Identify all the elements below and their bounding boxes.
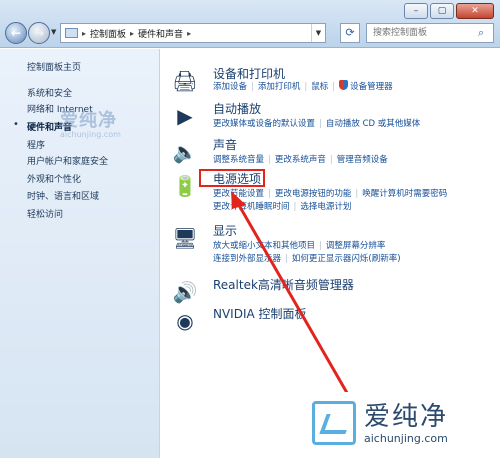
back-button[interactable]: ←: [5, 22, 27, 44]
link-power-plan[interactable]: 选择电源计划: [300, 202, 351, 212]
search-icon[interactable]: ⌕: [478, 26, 484, 40]
category-title[interactable]: NVIDIA 控制面板: [213, 305, 307, 322]
autoplay-icon[interactable]: ▶: [171, 102, 199, 130]
watermark-title: 爱纯净: [364, 401, 449, 432]
link-separator: |: [268, 189, 271, 199]
category-title[interactable]: Realtek高清晰音频管理器: [213, 276, 354, 293]
link-mouse[interactable]: 鼠标: [311, 82, 328, 92]
nvidia-icon[interactable]: ◉: [171, 307, 199, 335]
link-wake-password[interactable]: 唤醒计算机时需要密码: [362, 189, 447, 199]
watermark-large: 爱纯净 aichunjing.com: [304, 392, 496, 454]
watermark-text: 爱纯净 aichunjing.com: [364, 402, 448, 445]
link-separator: |: [293, 202, 297, 212]
watermark-small: 爱纯净 aichunjing.com: [60, 106, 121, 139]
link-separator: |: [332, 82, 336, 92]
sidebar-item-home[interactable]: 控制面板主页: [27, 60, 81, 73]
breadcrumb-hardware-sound[interactable]: 硬件和声音: [138, 27, 183, 40]
history-dropdown-icon[interactable]: ▼: [51, 28, 56, 36]
window-controls: – ▢ ✕: [404, 3, 494, 19]
category-title[interactable]: 显示: [213, 222, 237, 239]
watermark-url: aichunjing.com: [364, 431, 448, 445]
sidebar-item-clock-language[interactable]: 时钟、语言和区域: [27, 189, 99, 202]
category-links: 放大或缩小文本和其他项目 | 调整屏幕分辨率: [213, 239, 385, 251]
link-separator: |: [355, 189, 359, 199]
category-links: 连接到外部显示器 | 如何更正显示器闪烁(刷新率): [213, 252, 401, 264]
folder-icon: [65, 28, 78, 38]
search-input[interactable]: [366, 23, 494, 43]
refresh-button[interactable]: ⟳: [340, 23, 360, 43]
chevron-right-icon[interactable]: ▸: [130, 29, 134, 38]
watermark-logo-icon: [312, 401, 356, 445]
refresh-icon: ⟳: [345, 26, 355, 39]
link-change-default-media[interactable]: 更改媒体或设备的默认设置: [213, 119, 315, 129]
link-separator: |: [319, 119, 322, 129]
maximize-button[interactable]: ▢: [430, 3, 454, 19]
speaker-icon[interactable]: 🔈: [171, 138, 199, 166]
link-separator: |: [285, 254, 288, 264]
highlight-box: [199, 169, 265, 187]
link-change-power-saving[interactable]: 更改节能设置: [213, 189, 264, 199]
category-links: 调整系统音量 | 更改系统声音 | 管理音频设备: [213, 153, 388, 165]
arrow-left-icon: ←: [10, 26, 22, 40]
power-icon[interactable]: 🔋: [171, 172, 199, 200]
link-device-manager[interactable]: 设备管理器: [350, 82, 393, 92]
sidebar-item-user-accounts[interactable]: 用户帐户和家庭安全: [27, 154, 108, 167]
chevron-down-icon[interactable]: ▼: [311, 24, 325, 42]
current-bullet-icon: •: [13, 119, 19, 130]
address-bar[interactable]: ▸ 控制面板 ▸ 硬件和声音 ▸ ▼: [60, 23, 326, 43]
link-manage-audio[interactable]: 管理音频设备: [337, 155, 388, 165]
link-separator: |: [251, 82, 254, 92]
category-links: 添加设备 | 添加打印机 | 鼠标 | 设备管理器: [213, 80, 393, 92]
link-add-printer[interactable]: 添加打印机: [258, 82, 301, 92]
uac-shield-icon: [339, 80, 349, 90]
minimize-button[interactable]: –: [404, 3, 428, 19]
breadcrumb-control-panel[interactable]: 控制面板: [90, 27, 126, 40]
link-separator: |: [268, 155, 271, 165]
sidebar-item-system-security[interactable]: 系统和安全: [27, 86, 72, 99]
display-icon[interactable]: 🖥: [171, 224, 199, 252]
title-bar: – ▢ ✕ ← → ▼ ▸ 控制面板 ▸ 硬件和声音 ▸ ▼ ⟳ ⌕: [0, 0, 500, 48]
link-separator: |: [319, 241, 322, 251]
category-links: 更改计算机睡眠时间 | 选择电源计划: [213, 200, 351, 212]
link-separator: |: [304, 82, 308, 92]
category-links: 更改媒体或设备的默认设置 | 自动播放 CD 或其他媒体: [213, 117, 420, 129]
watermark-url: aichunjing.com: [60, 130, 121, 139]
link-change-sounds[interactable]: 更改系统声音: [275, 155, 326, 165]
realtek-icon[interactable]: 🔊: [171, 278, 199, 306]
link-power-button[interactable]: 更改电源按钮的功能: [275, 189, 352, 199]
link-refresh-rate[interactable]: 如何更正显示器闪烁(刷新率): [292, 254, 401, 264]
watermark-title: 爱纯净: [60, 110, 117, 131]
link-add-device[interactable]: 添加设备: [213, 82, 247, 92]
category-links: 更改节能设置 | 更改电源按钮的功能 | 唤醒计算机时需要密码: [213, 187, 447, 199]
link-external-display[interactable]: 连接到外部显示器: [213, 254, 281, 264]
chevron-right-icon[interactable]: ▸: [82, 29, 86, 38]
forward-button[interactable]: →: [28, 22, 50, 44]
sidebar-item-programs[interactable]: 程序: [27, 138, 45, 151]
sidebar: 控制面板主页 系统和安全 网络和 Internet • 硬件和声音 程序 用户帐…: [0, 49, 160, 458]
link-resolution[interactable]: 调整屏幕分辨率: [326, 241, 386, 251]
sidebar-item-appearance[interactable]: 外观和个性化: [27, 172, 81, 185]
link-adjust-volume[interactable]: 调整系统音量: [213, 155, 264, 165]
category-title[interactable]: 自动播放: [213, 100, 261, 117]
link-text-size[interactable]: 放大或缩小文本和其他项目: [213, 241, 315, 251]
link-separator: |: [329, 155, 333, 165]
link-sleep-time[interactable]: 更改计算机睡眠时间: [213, 202, 290, 212]
close-button[interactable]: ✕: [456, 3, 494, 19]
link-autoplay-cd[interactable]: 自动播放 CD 或其他媒体: [326, 119, 420, 129]
category-title[interactable]: 声音: [213, 136, 237, 153]
printer-icon[interactable]: 🖨: [171, 67, 199, 95]
chevron-right-icon[interactable]: ▸: [187, 29, 191, 38]
sidebar-item-ease-of-access[interactable]: 轻松访问: [27, 207, 63, 220]
arrow-right-icon: →: [33, 26, 45, 40]
